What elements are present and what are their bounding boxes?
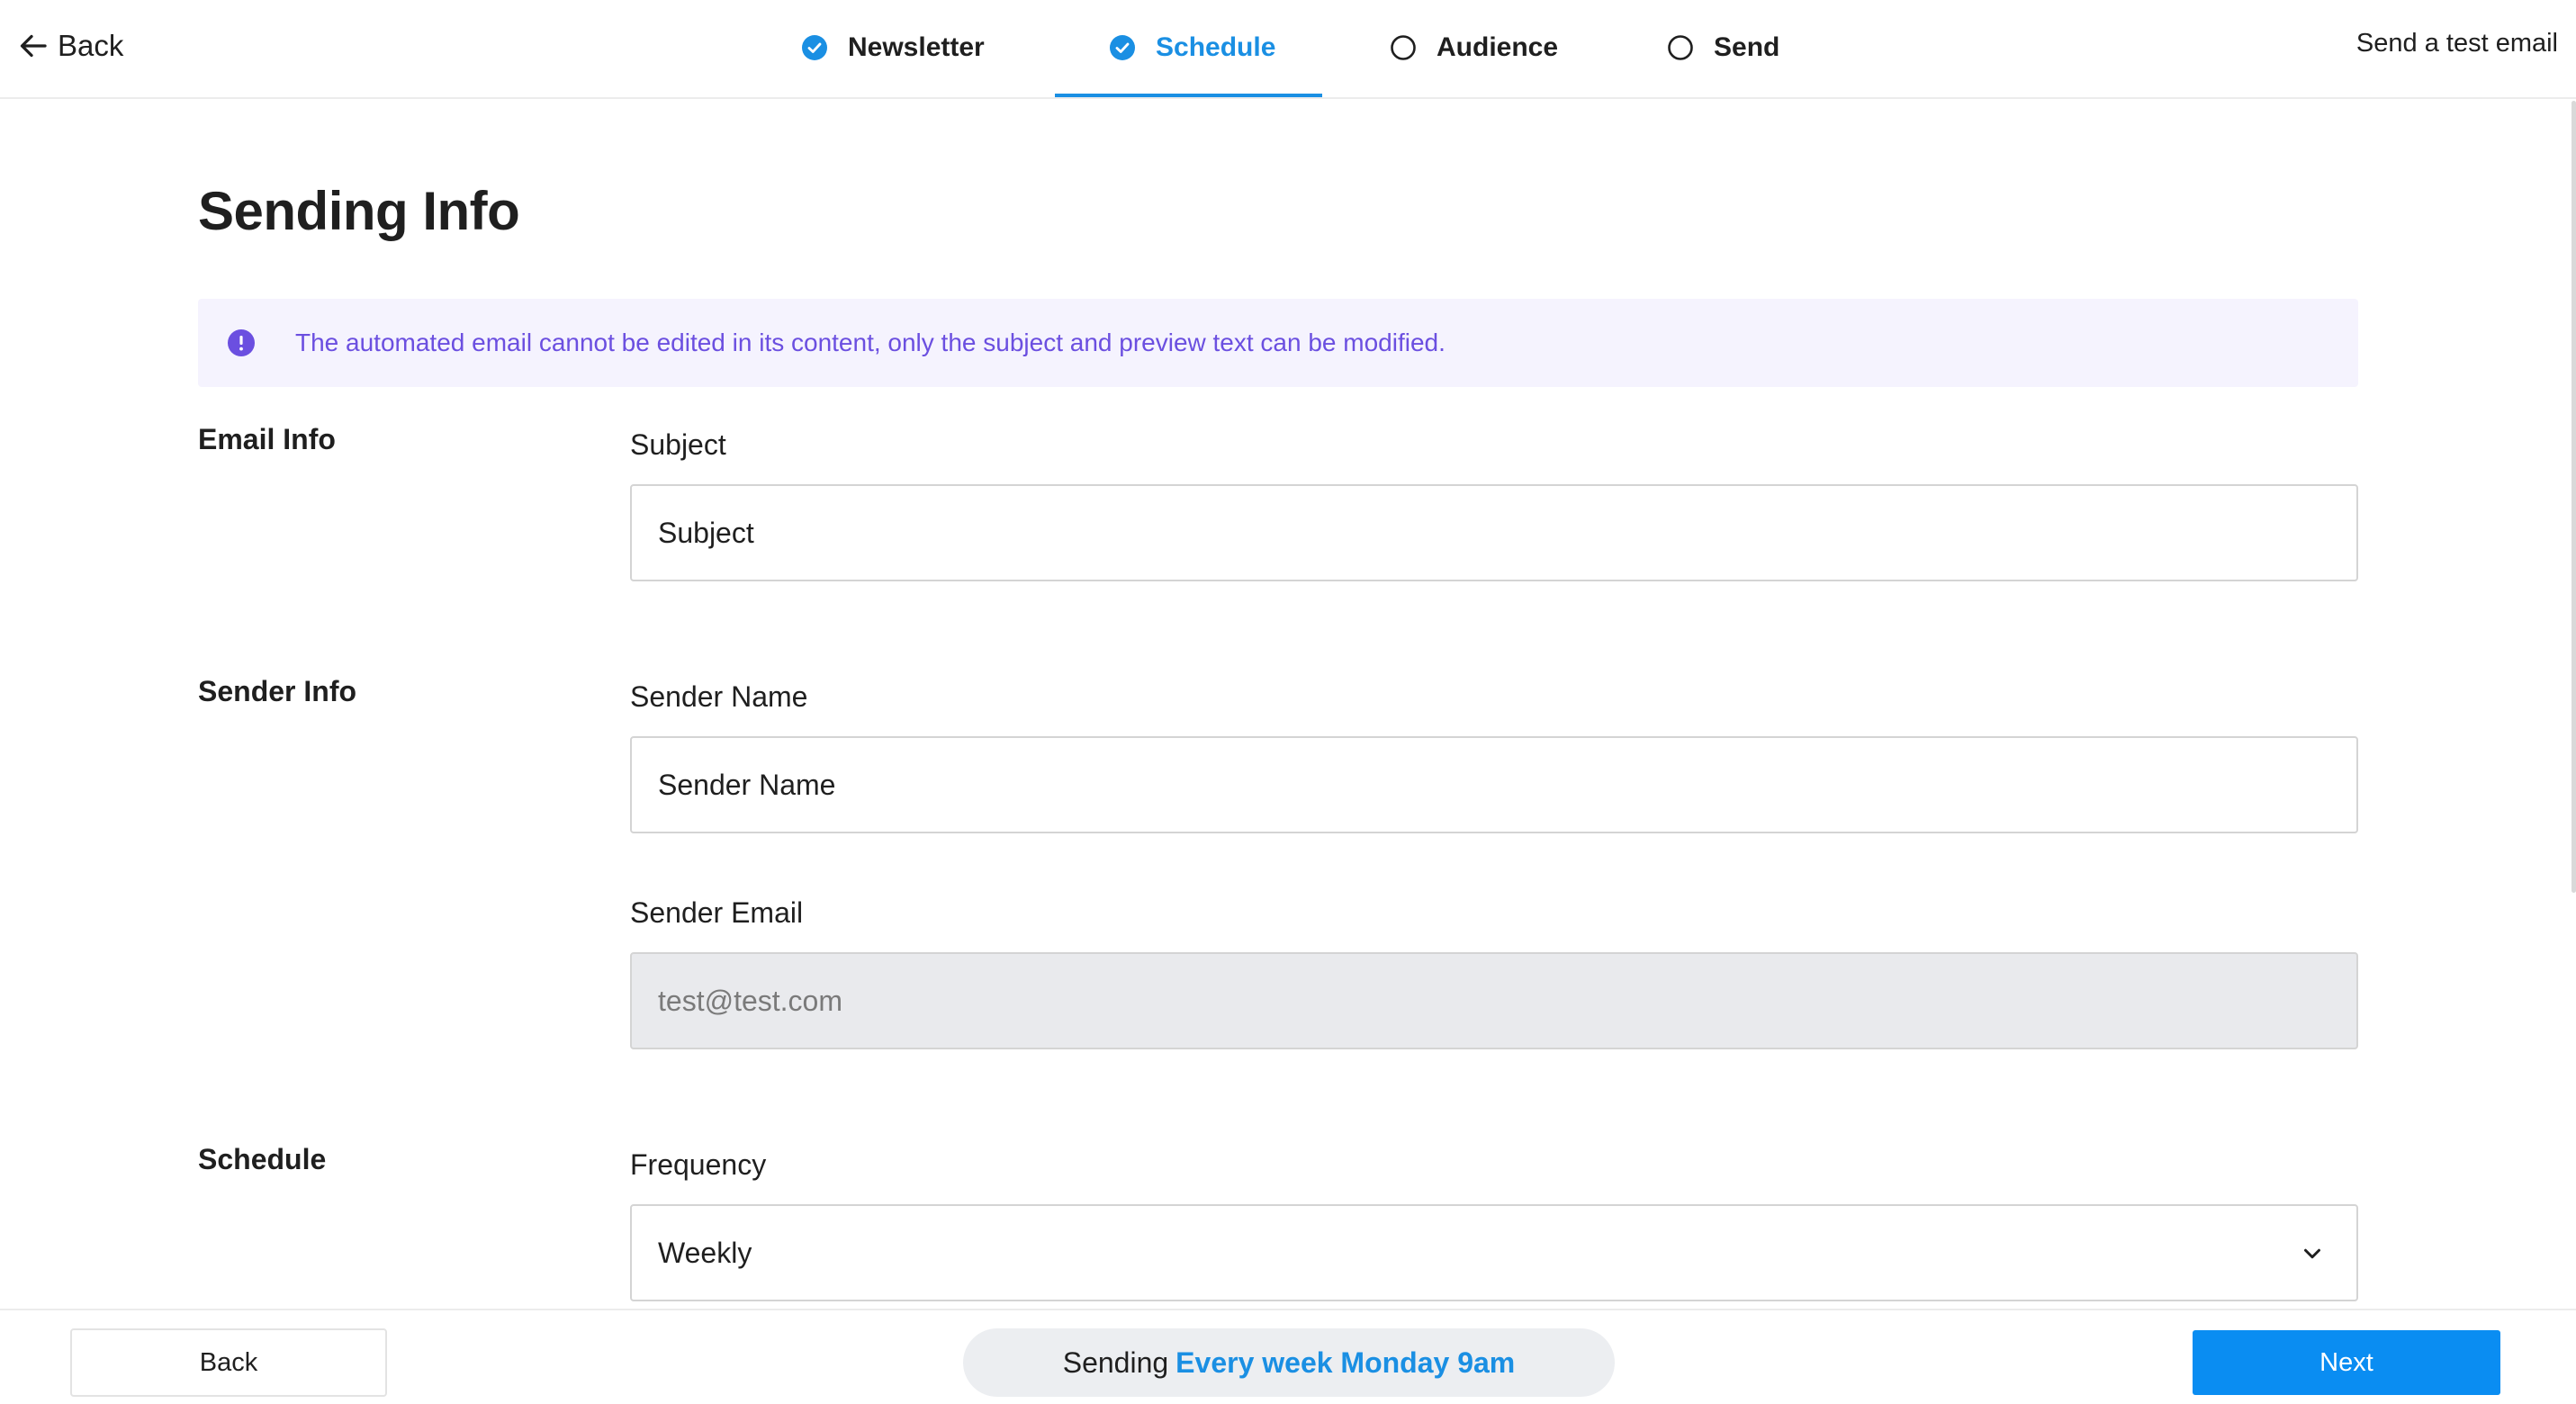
- sender-email-value: test@test.com: [658, 984, 842, 1017]
- step-newsletter[interactable]: Newsletter: [801, 0, 985, 99]
- frequency-select[interactable]: Weekly: [630, 1204, 2358, 1301]
- step-label: Schedule: [1156, 32, 1276, 62]
- scrollbar-thumb[interactable]: [2571, 101, 2576, 893]
- stepper: Newsletter Schedule Audience Send: [0, 0, 2576, 99]
- frequency-value: Weekly: [658, 1236, 752, 1269]
- notice-text: The automated email cannot be edited in …: [295, 328, 1446, 356]
- step-audience[interactable]: Audience: [1390, 0, 1558, 99]
- check-circle-icon: [1110, 35, 1135, 60]
- subject-placeholder: Subject: [658, 516, 754, 549]
- sending-schedule-value: Every week Monday 9am: [1175, 1346, 1516, 1379]
- subject-input[interactable]: Subject: [630, 484, 2358, 581]
- next-button[interactable]: Next: [2193, 1330, 2500, 1395]
- step-label: Newsletter: [848, 32, 985, 62]
- top-navigation-bar: Back Newsletter Schedule Audience Send S…: [0, 0, 2576, 99]
- sender-name-label: Sender Name: [630, 680, 808, 713]
- sender-name-placeholder: Sender Name: [658, 768, 836, 801]
- page-title: Sending Info: [198, 181, 520, 241]
- subject-label: Subject: [630, 428, 726, 461]
- section-label-schedule: Schedule: [198, 1143, 327, 1175]
- check-circle-icon: [802, 35, 827, 60]
- sending-prefix: Sending: [1062, 1346, 1169, 1379]
- bottom-action-bar: Back Sending Every week Monday 9am Next: [0, 1309, 2576, 1404]
- section-label-sender-info: Sender Info: [198, 675, 357, 707]
- step-send[interactable]: Send: [1667, 0, 1779, 99]
- back-button[interactable]: Back: [70, 1328, 387, 1397]
- section-label-email-info: Email Info: [198, 423, 336, 455]
- chevron-down-icon: [2304, 1248, 2320, 1259]
- scrollbar[interactable]: [2571, 101, 2576, 893]
- sending-summary: Sending Every week Monday 9am: [963, 1328, 1615, 1397]
- main-content: Sending Info The automated email cannot …: [0, 101, 2576, 1309]
- info-notice: The automated email cannot be edited in …: [198, 299, 2358, 387]
- empty-circle-icon: [1391, 35, 1416, 60]
- info-icon: [228, 329, 255, 356]
- empty-circle-icon: [1668, 35, 1693, 60]
- frequency-label: Frequency: [630, 1148, 767, 1181]
- step-schedule[interactable]: Schedule: [1054, 0, 1323, 99]
- sender-email-field: test@test.com: [630, 952, 2358, 1049]
- step-label: Audience: [1437, 32, 1559, 62]
- send-test-email-link[interactable]: Send a test email: [2356, 29, 2558, 58]
- sender-email-label: Sender Email: [630, 896, 804, 929]
- sender-name-input[interactable]: Sender Name: [630, 736, 2358, 833]
- step-label: Send: [1714, 32, 1780, 62]
